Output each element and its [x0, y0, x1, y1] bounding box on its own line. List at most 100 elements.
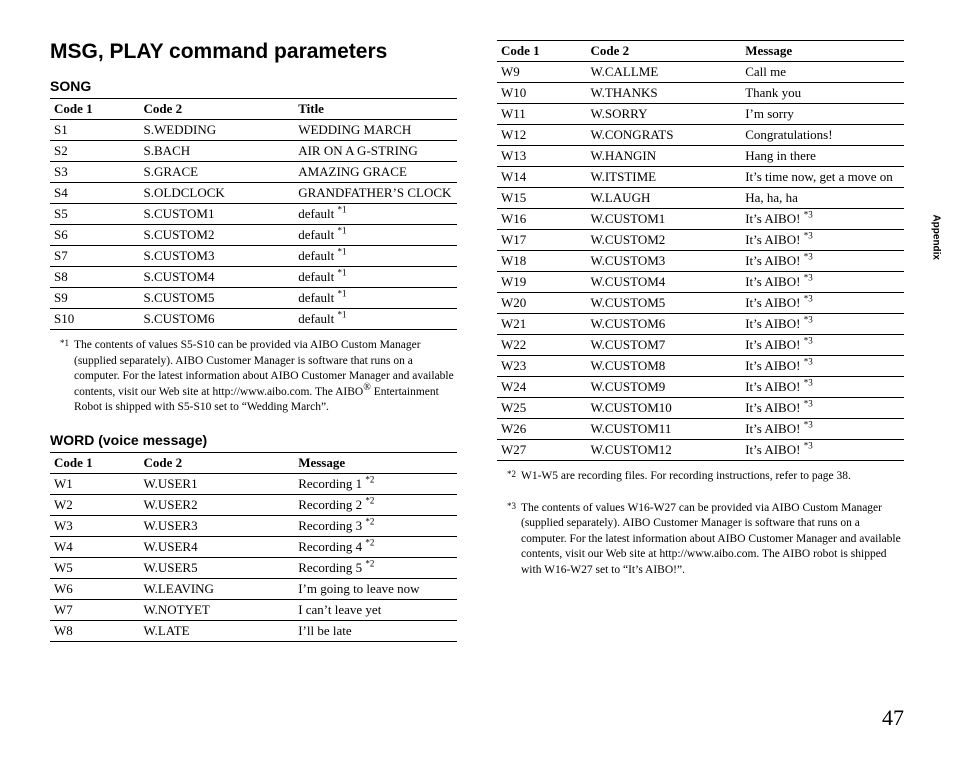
table-row: W10W.THANKSThank you — [497, 83, 904, 104]
cell-code2: W.USER4 — [140, 536, 295, 557]
cell-code1: W6 — [50, 578, 140, 599]
cell-code1: W8 — [50, 620, 140, 641]
cell-code1: S8 — [50, 267, 140, 288]
cell-value: I’ll be late — [294, 620, 457, 641]
cell-code2: W.CUSTOM2 — [587, 230, 742, 251]
cell-code2: S.GRACE — [140, 162, 295, 183]
cell-code1: S4 — [50, 183, 140, 204]
cell-value: I’m sorry — [741, 104, 904, 125]
right-column: Code 1 Code 2 Message W9W.CALLMECall meW… — [497, 40, 904, 650]
cell-code2: W.CUSTOM8 — [587, 356, 742, 377]
cell-code2: W.CUSTOM3 — [587, 251, 742, 272]
song-tbody: S1S.WEDDINGWEDDING MARCHS2S.BACHAIR ON A… — [50, 120, 457, 330]
table-row: W16W.CUSTOM1It’s AIBO! *3 — [497, 209, 904, 230]
cell-code1: W19 — [497, 272, 587, 293]
cell-code2: W.CUSTOM9 — [587, 377, 742, 398]
cell-code2: W.USER3 — [140, 515, 295, 536]
cell-value: default *1 — [294, 204, 457, 225]
table-row: W25W.CUSTOM10It’s AIBO! *3 — [497, 398, 904, 419]
cell-code2: S.CUSTOM1 — [140, 204, 295, 225]
cell-value: It’s AIBO! *3 — [741, 356, 904, 377]
song-table: Code 1 Code 2 Title S1S.WEDDINGWEDDING M… — [50, 98, 457, 330]
cell-code2: S.WEDDING — [140, 120, 295, 141]
cell-value: It’s AIBO! *3 — [741, 335, 904, 356]
table-row: S2S.BACHAIR ON A G-STRING — [50, 141, 457, 162]
cell-code1: W1 — [50, 473, 140, 494]
table-row: S3S.GRACEAMAZING GRACE — [50, 162, 457, 183]
cell-value: WEDDING MARCH — [294, 120, 457, 141]
cell-code1: W17 — [497, 230, 587, 251]
cell-value: Congratulations! — [741, 125, 904, 146]
cell-code1: W2 — [50, 494, 140, 515]
cell-code2: W.CALLME — [587, 62, 742, 83]
table-row: S10S.CUSTOM6default *1 — [50, 309, 457, 330]
cell-code1: S2 — [50, 141, 140, 162]
footnote-1-body: The contents of values S5-S10 can be pro… — [74, 338, 457, 416]
cell-code1: S10 — [50, 309, 140, 330]
cell-code2: W.LEAVING — [140, 578, 295, 599]
table-row: W6W.LEAVINGI’m going to leave now — [50, 578, 457, 599]
word-header-message-right: Message — [741, 41, 904, 62]
table-row: W11W.SORRYI’m sorry — [497, 104, 904, 125]
cell-value: I’m going to leave now — [294, 578, 457, 599]
cell-code1: W20 — [497, 293, 587, 314]
cell-code2: W.ITSTIME — [587, 167, 742, 188]
cell-code2: W.CONGRATS — [587, 125, 742, 146]
cell-value: Hang in there — [741, 146, 904, 167]
cell-code1: W10 — [497, 83, 587, 104]
table-row: W17W.CUSTOM2It’s AIBO! *3 — [497, 230, 904, 251]
table-row: W4W.USER4Recording 4 *2 — [50, 536, 457, 557]
table-row: S6S.CUSTOM2default *1 — [50, 225, 457, 246]
cell-code2: W.CUSTOM5 — [587, 293, 742, 314]
table-row: S8S.CUSTOM4default *1 — [50, 267, 457, 288]
cell-value: default *1 — [294, 267, 457, 288]
cell-code2: W.SORRY — [587, 104, 742, 125]
table-row: W3W.USER3Recording 3 *2 — [50, 515, 457, 536]
cell-code1: W21 — [497, 314, 587, 335]
table-row: W15W.LAUGHHa, ha, ha — [497, 188, 904, 209]
cell-value: It’s AIBO! *3 — [741, 398, 904, 419]
cell-value: Thank you — [741, 83, 904, 104]
footnote-3: *3 The contents of values W16-W27 can be… — [507, 501, 904, 579]
cell-code2: W.LAUGH — [587, 188, 742, 209]
cell-code2: W.CUSTOM10 — [587, 398, 742, 419]
word-table-left: Code 1 Code 2 Message W1W.USER1Recording… — [50, 452, 457, 642]
cell-code2: W.CUSTOM4 — [587, 272, 742, 293]
footnote-3-mark: *3 — [507, 500, 521, 578]
cell-code2: W.CUSTOM6 — [587, 314, 742, 335]
cell-code2: W.USER2 — [140, 494, 295, 515]
cell-code1: W3 — [50, 515, 140, 536]
table-row: W24W.CUSTOM9It’s AIBO! *3 — [497, 377, 904, 398]
footnote-1-mark: *1 — [60, 337, 74, 415]
word-tbody-left: W1W.USER1Recording 1 *2W2W.USER2Recordin… — [50, 473, 457, 641]
cell-code1: W16 — [497, 209, 587, 230]
cell-code1: W23 — [497, 356, 587, 377]
cell-code1: S1 — [50, 120, 140, 141]
cell-value: It’s AIBO! *3 — [741, 251, 904, 272]
footnote-2-mark: *2 — [507, 468, 521, 484]
cell-value: default *1 — [294, 309, 457, 330]
cell-value: It’s time now, get a move on — [741, 167, 904, 188]
cell-value: Recording 5 *2 — [294, 557, 457, 578]
cell-code1: S3 — [50, 162, 140, 183]
cell-code1: W15 — [497, 188, 587, 209]
cell-value: Recording 2 *2 — [294, 494, 457, 515]
table-row: W23W.CUSTOM8It’s AIBO! *3 — [497, 356, 904, 377]
cell-code1: W27 — [497, 440, 587, 461]
page-number: 47 — [882, 705, 904, 731]
table-row: W7W.NOTYETI can’t leave yet — [50, 599, 457, 620]
song-header-code1: Code 1 — [50, 99, 140, 120]
cell-code1: W22 — [497, 335, 587, 356]
cell-code2: S.BACH — [140, 141, 295, 162]
table-row: S9S.CUSTOM5default *1 — [50, 288, 457, 309]
cell-code1: W11 — [497, 104, 587, 125]
cell-value: Recording 1 *2 — [294, 473, 457, 494]
cell-code2: W.CUSTOM12 — [587, 440, 742, 461]
cell-value: GRANDFATHER’S CLOCK — [294, 183, 457, 204]
cell-value: default *1 — [294, 246, 457, 267]
cell-code1: W24 — [497, 377, 587, 398]
table-row: W14W.ITSTIMEIt’s time now, get a move on — [497, 167, 904, 188]
table-row: W13W.HANGINHang in there — [497, 146, 904, 167]
cell-value: It’s AIBO! *3 — [741, 209, 904, 230]
cell-code2: S.CUSTOM5 — [140, 288, 295, 309]
